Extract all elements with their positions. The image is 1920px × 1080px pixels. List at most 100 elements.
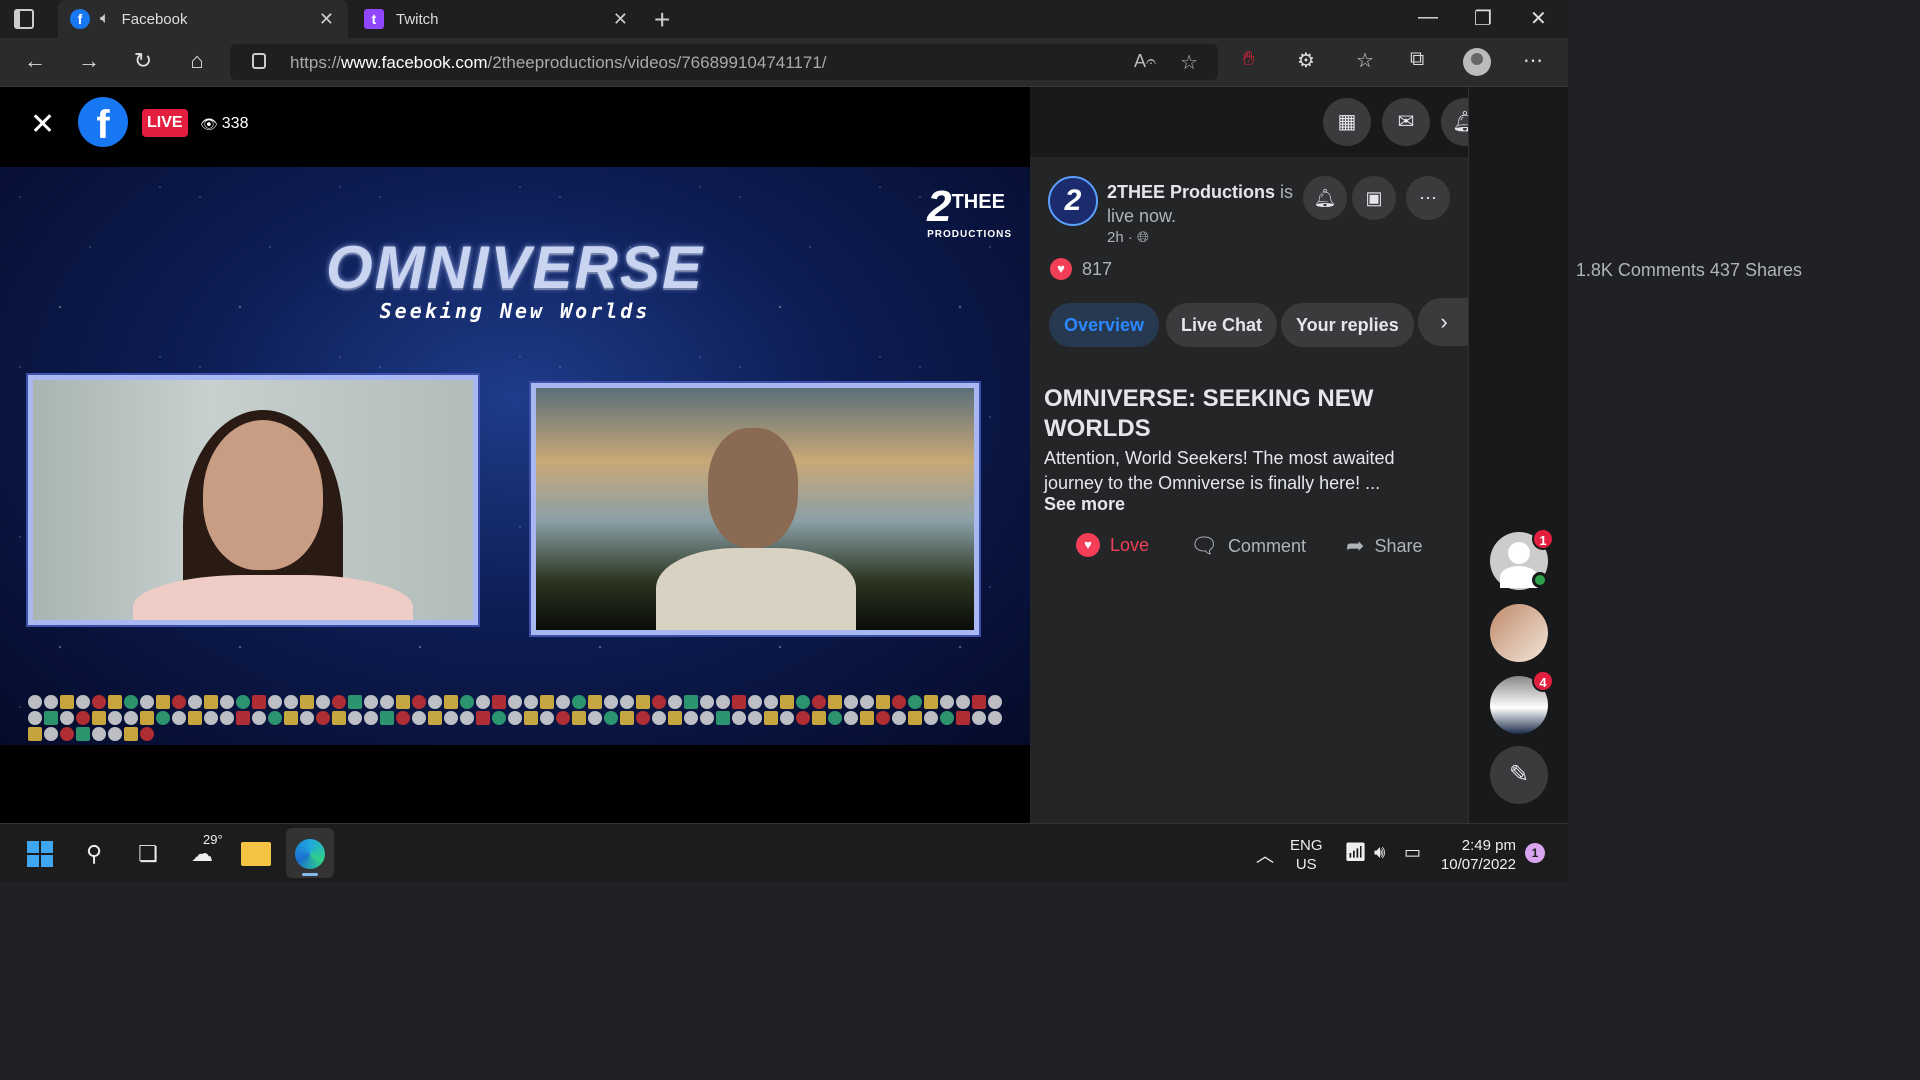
search-icon[interactable]: ⚲ xyxy=(74,834,114,874)
chevron-right-icon[interactable]: › xyxy=(1418,298,1470,346)
file-explorer-icon[interactable] xyxy=(236,834,276,874)
clock-date: 10/07/2022 xyxy=(1440,856,1516,873)
chevron-up-icon[interactable]: ︿ xyxy=(1256,842,1274,868)
forward-icon[interactable]: → xyxy=(74,48,104,74)
close-window-icon[interactable]: ✕ xyxy=(1530,6,1547,31)
viewer-count-value: 338 xyxy=(221,115,249,132)
comment-label: Comment xyxy=(1227,535,1306,556)
tab-actions-icon[interactable] xyxy=(14,9,34,29)
collections-icon[interactable]: ⧉ xyxy=(1410,48,1424,71)
battery-icon[interactable]: ▭ xyxy=(1404,842,1421,863)
messenger-icon[interactable]: ✉︎ xyxy=(1382,98,1430,146)
clock-time: 2:49 pm xyxy=(1461,837,1516,854)
facebook-logo-icon[interactable]: f xyxy=(78,97,128,147)
language-indicator[interactable]: ENG US xyxy=(1290,836,1323,874)
back-icon[interactable]: ← xyxy=(20,48,50,74)
page-avatar[interactable]: 2 xyxy=(1048,176,1098,226)
brand-logo: 2 THEE PRODUCTIONS xyxy=(927,182,1012,241)
post-time-text[interactable]: 2h · xyxy=(1107,229,1137,246)
favorites-icon[interactable]: ☆ xyxy=(1356,48,1374,73)
clock[interactable]: 2:49 pm 10/07/2022 xyxy=(1436,836,1516,874)
unread-badge: 1 xyxy=(1532,528,1554,550)
eye-icon: 👁︎ xyxy=(200,115,218,132)
url-text: https://www.facebook.com/2theeproduction… xyxy=(290,53,827,73)
globe-icon: 🌐︎ xyxy=(1137,229,1150,246)
comment-icon: 🗨︎ xyxy=(1190,533,1218,558)
home-icon[interactable]: ⌂ xyxy=(182,48,212,74)
task-view-icon[interactable]: ❏ xyxy=(128,834,168,874)
camera-feed-host xyxy=(28,375,478,625)
tab-your-replies[interactable]: Your replies xyxy=(1281,303,1414,347)
viewer-count: 👁︎ 338 xyxy=(200,115,248,133)
extension-block-icon[interactable]: ✋︎ xyxy=(1243,48,1254,71)
language-code: ENG xyxy=(1290,837,1323,854)
close-tab-icon[interactable]: ✕ xyxy=(613,9,628,30)
more-menu-icon[interactable]: ⋯ xyxy=(1523,48,1543,73)
menu-grid-icon[interactable]: ▦ xyxy=(1323,98,1371,146)
minimize-icon[interactable]: — xyxy=(1418,6,1438,29)
share-label: Share xyxy=(1374,535,1423,556)
stream-title: OMNIVERSE xyxy=(325,234,705,301)
extensions-icon[interactable]: ⚙︎ xyxy=(1297,48,1315,73)
more-options-icon[interactable]: ⋯ xyxy=(1406,176,1450,220)
reaction-count: 817 xyxy=(1082,258,1113,279)
love-button[interactable]: ♥ Love xyxy=(1076,533,1149,557)
browser-tab-strip: f 🔈︎ Facebook ✕ t Twitch ✕ + — ❐ ✕ xyxy=(0,0,1568,38)
lock-icon[interactable] xyxy=(252,53,266,69)
follow-bell-icon[interactable]: 🔔︎ xyxy=(1303,176,1347,220)
facebook-icon: f xyxy=(70,9,90,29)
tab-title: Twitch xyxy=(396,10,439,28)
windows-start-icon[interactable] xyxy=(20,834,60,874)
speaker-icon[interactable]: 🔈︎ xyxy=(100,10,110,28)
share-count[interactable]: 437 Shares xyxy=(1710,260,1802,280)
url-path: /2theeproductions/videos/766899104741171… xyxy=(487,53,827,72)
refresh-icon[interactable]: ↻ xyxy=(128,48,158,74)
page-name-link[interactable]: 2THEE Productions xyxy=(1107,182,1275,202)
tab-title: Facebook xyxy=(121,10,188,28)
see-more-link[interactable]: See more xyxy=(1044,494,1125,515)
url-scheme: https:// xyxy=(290,53,342,72)
share-icon: ➦ xyxy=(1346,533,1365,558)
unread-badge: 4 xyxy=(1532,670,1554,692)
close-video-icon[interactable]: ✕ xyxy=(30,107,55,142)
close-tab-icon[interactable]: ✕ xyxy=(319,9,334,30)
edge-icon[interactable] xyxy=(290,834,330,874)
new-message-icon[interactable]: ✎ xyxy=(1490,746,1548,804)
new-tab-icon[interactable]: + xyxy=(654,4,670,36)
video-player[interactable]: ✕ f LIVE 👁︎ 338 2 THEE PRODUCTIONS OMNIV… xyxy=(0,87,1030,823)
post-time: 2h · 🌐︎ xyxy=(1107,229,1149,246)
address-bar-row: ← → ↻ ⌂ https://www.facebook.com/2theepr… xyxy=(0,38,1568,87)
keyboard-region: US xyxy=(1295,856,1317,873)
stream-frame: 2 THEE PRODUCTIONS OMNIVERSE Seeking New… xyxy=(0,167,1030,745)
wifi-icon[interactable]: 📶︎ xyxy=(1344,842,1367,863)
online-indicator xyxy=(1532,572,1548,588)
volume-icon[interactable]: 🔊︎ xyxy=(1374,842,1385,863)
share-button[interactable]: ➦ Share xyxy=(1346,533,1422,559)
browser-profile-icon[interactable] xyxy=(1463,48,1491,76)
url-field[interactable]: https://www.facebook.com/2theeproduction… xyxy=(230,44,1218,80)
tab-live-chat[interactable]: Live Chat xyxy=(1166,303,1278,347)
brand-mark: 2 xyxy=(927,182,952,231)
tab-facebook[interactable]: f 🔈︎ Facebook ✕ xyxy=(58,0,348,38)
post-body: Attention, World Seekers! The most await… xyxy=(1044,448,1395,493)
notification-center-badge[interactable]: 1 xyxy=(1525,843,1545,863)
comment-button[interactable]: 🗨︎ Comment xyxy=(1190,533,1306,559)
live-badge: LIVE xyxy=(142,109,188,137)
camera-feed-guest xyxy=(531,383,979,635)
comment-count[interactable]: 1.8K Comments xyxy=(1576,260,1705,280)
add-favorite-icon[interactable]: ☆ xyxy=(1180,50,1198,75)
sponsor-logos xyxy=(28,695,1003,741)
tab-twitch[interactable]: t Twitch ✕ xyxy=(352,0,642,38)
url-domain: www.facebook.com xyxy=(341,53,488,72)
tab-overview[interactable]: Overview xyxy=(1049,303,1160,347)
restore-icon[interactable]: ❐ xyxy=(1474,6,1492,31)
read-aloud-icon[interactable]: A𝄐 xyxy=(1134,51,1156,72)
stream-subtitle: Seeking New Worlds xyxy=(379,299,651,323)
engagement-stats: 1.8K Comments 437 Shares xyxy=(1576,260,1802,281)
reaction-summary[interactable]: ♥ 817 xyxy=(1050,258,1112,280)
heart-icon: ♥ xyxy=(1076,533,1100,557)
contact-avatar-2[interactable] xyxy=(1490,604,1548,662)
post-title: OMNIVERSE: SEEKING NEW WORLDS xyxy=(1044,385,1374,442)
twitch-icon: t xyxy=(364,9,384,29)
save-icon[interactable]: ▣ xyxy=(1352,176,1396,220)
